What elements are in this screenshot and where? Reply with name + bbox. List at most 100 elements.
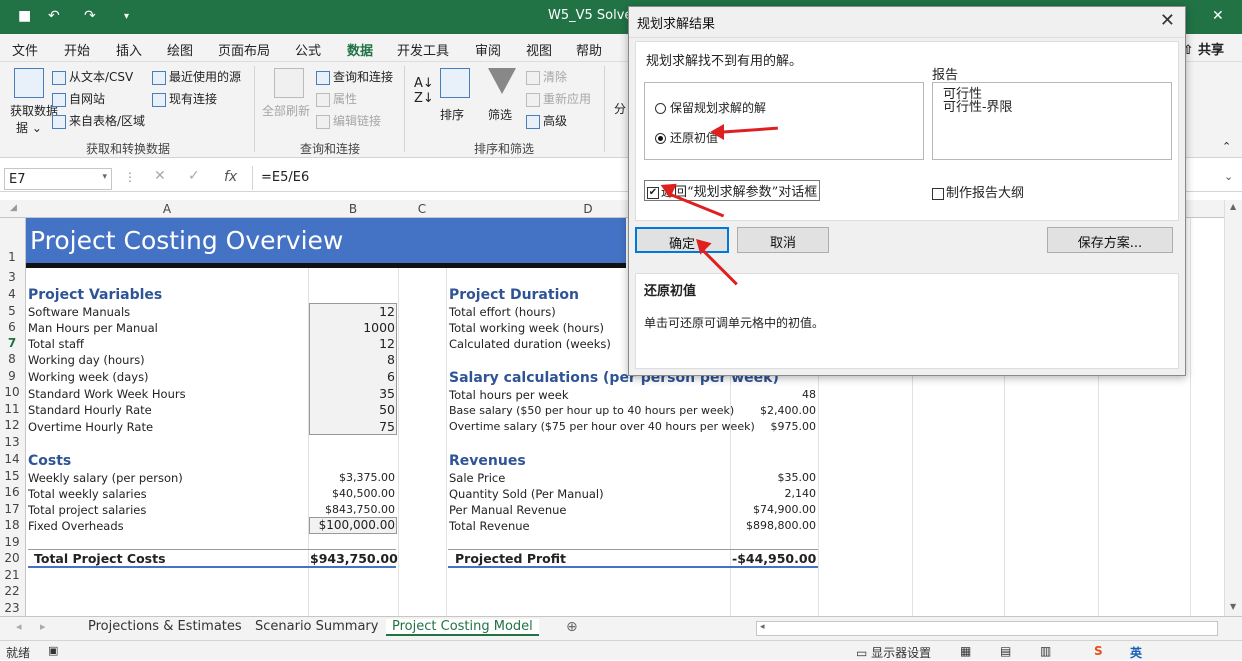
row-header[interactable]: 4 [0, 287, 24, 301]
share-button[interactable]: ⇧ 共享 [1183, 39, 1224, 58]
cancel-entry-icon[interactable]: ✕ [154, 168, 166, 184]
macro-record-icon[interactable]: ▣ [48, 644, 58, 657]
revenue-value[interactable]: $74,900.00 [732, 503, 816, 516]
row-header[interactable]: 6 [0, 320, 24, 334]
row-header[interactable]: 15 [0, 469, 24, 483]
menu-view[interactable]: 视图 [526, 40, 552, 59]
redo-icon[interactable]: ↷ [84, 8, 96, 24]
cost-label[interactable]: Total project salaries [28, 503, 146, 517]
row-header[interactable]: 5 [0, 304, 24, 318]
recent-sources-button[interactable]: 最近使用的源 [152, 68, 241, 85]
projected-profit-label[interactable]: Projected Profit [455, 551, 566, 566]
column-header-c[interactable]: C [398, 202, 446, 216]
menu-page-layout[interactable]: 页面布局 [218, 40, 270, 59]
variable-label[interactable]: Total staff [28, 337, 84, 351]
row-header[interactable]: 11 [0, 402, 24, 416]
get-data-button[interactable]: 获取数据 据 ⌄ [10, 68, 58, 136]
scroll-up-icon[interactable]: ▲ [1230, 202, 1236, 211]
clear-filter-button[interactable]: 清除 [526, 68, 567, 85]
menu-insert[interactable]: 插入 [116, 40, 142, 59]
radio-restore[interactable] [655, 133, 666, 144]
advanced-filter-button[interactable]: 高级 [526, 112, 567, 129]
tab-project-costing-model[interactable]: Project Costing Model [386, 619, 539, 636]
tab-projections-estimates[interactable]: Projections & Estimates [88, 619, 242, 634]
row-header[interactable]: 19 [0, 535, 24, 549]
projected-profit-value[interactable]: -$44,950.00 [732, 551, 816, 566]
duration-label[interactable]: Total effort (hours) [449, 305, 556, 319]
tab-scenario-summary[interactable]: Scenario Summary [255, 619, 378, 634]
row-header[interactable]: 17 [0, 502, 24, 516]
ok-button[interactable]: 确定 [635, 227, 729, 253]
revenue-value[interactable]: $898,800.00 [732, 519, 816, 532]
sort-az-icon[interactable]: A↓ Z↓ [414, 76, 434, 106]
refresh-all-button[interactable]: 全部刷新 [262, 68, 310, 119]
variable-value[interactable]: 75 [310, 419, 395, 434]
menu-developer[interactable]: 开发工具 [397, 40, 449, 59]
revenue-label[interactable]: Total Revenue [449, 519, 530, 533]
cost-label[interactable]: Total weekly salaries [28, 487, 147, 501]
row-header[interactable]: 20 [0, 551, 24, 565]
row-header[interactable]: 10 [0, 385, 24, 399]
confirm-entry-icon[interactable]: ✓ [188, 168, 200, 184]
row-header[interactable]: 9 [0, 369, 24, 383]
total-costs-value[interactable]: $943,750.00 [310, 551, 398, 566]
row-header[interactable]: 16 [0, 485, 24, 499]
menu-help[interactable]: 帮助 [576, 40, 602, 59]
revenue-value[interactable]: $35.00 [732, 471, 817, 484]
name-box[interactable]: E7 ▾ [4, 168, 112, 190]
variable-value[interactable]: 8 [310, 352, 395, 367]
revenue-value[interactable]: 2,140 [732, 487, 817, 500]
next-sheet-icon[interactable]: ▸ [40, 620, 46, 633]
close-window-icon[interactable]: ✕ [1212, 8, 1224, 24]
column-header-b[interactable]: B [308, 202, 398, 216]
variable-label[interactable]: Working week (days) [28, 370, 149, 384]
variable-value[interactable]: 12 [310, 304, 395, 319]
menu-draw[interactable]: 绘图 [167, 40, 193, 59]
variable-label[interactable]: Standard Hourly Rate [28, 403, 152, 417]
column-header-a[interactable]: A [26, 202, 308, 216]
collapse-ribbon-icon[interactable]: ⌃ [1222, 140, 1231, 153]
add-sheet-icon[interactable]: ⊕ [566, 619, 578, 635]
from-web-button[interactable]: 自网站 [52, 90, 105, 107]
row-header[interactable]: 23 [0, 601, 24, 615]
row-header[interactable]: 13 [0, 435, 24, 449]
outline-reports-checkbox[interactable]: 制作报告大纲 [932, 182, 1024, 201]
revenue-label[interactable]: Per Manual Revenue [449, 503, 567, 517]
undo-icon[interactable]: ↶ [48, 8, 60, 24]
revenue-label[interactable]: Sale Price [449, 471, 505, 485]
ime-mode[interactable]: 英 [1130, 644, 1142, 661]
cost-label[interactable]: Weekly salary (per person) [28, 471, 183, 485]
menu-review[interactable]: 审阅 [475, 40, 501, 59]
from-text-csv-button[interactable]: 从文本/CSV [52, 68, 133, 85]
salary-label[interactable]: Overtime salary ($75 per hour over 40 ho… [449, 420, 755, 433]
cancel-button[interactable]: 取消 [737, 227, 829, 253]
insert-function-icon[interactable]: fx [224, 169, 237, 185]
report-list[interactable]: 可行性 可行性-界限 [932, 82, 1172, 160]
variable-value[interactable]: 50 [310, 402, 395, 417]
save-scenario-button[interactable]: 保存方案... [1047, 227, 1173, 253]
salary-value[interactable]: $975.00 [732, 420, 817, 433]
scroll-down-icon[interactable]: ▼ [1230, 602, 1236, 611]
horizontal-scrollbar[interactable]: ◂ [756, 621, 1218, 636]
radio-keep[interactable] [655, 103, 666, 114]
reapply-button[interactable]: 重新应用 [526, 90, 591, 107]
cost-value[interactable]: $100,000.00 [310, 518, 395, 532]
row-header[interactable]: 22 [0, 584, 24, 598]
variable-label[interactable]: Overtime Hourly Rate [28, 420, 153, 434]
variable-value[interactable]: 1000 [310, 320, 395, 335]
menu-data[interactable]: 数据 [347, 40, 374, 65]
row-header[interactable]: 14 [0, 452, 24, 466]
duration-label[interactable]: Total working week (hours) [449, 321, 604, 335]
menu-file[interactable]: 文件 [12, 40, 38, 59]
sort-button[interactable]: 排序 [440, 68, 470, 123]
variable-label[interactable]: Man Hours per Manual [28, 321, 158, 335]
keep-solution-option[interactable]: 保留规划求解的解 [655, 99, 766, 116]
cost-value[interactable]: $3,375.00 [310, 471, 395, 484]
filter-button[interactable]: 筛选 [488, 68, 516, 123]
ime-logo-icon[interactable]: S [1094, 644, 1103, 658]
row-header[interactable]: 3 [0, 270, 24, 284]
report-item[interactable]: 可行性-界限 [943, 96, 1012, 115]
row-header[interactable]: 18 [0, 518, 24, 532]
dialog-close-icon[interactable]: ✕ [1160, 10, 1175, 31]
name-box-dropdown-icon[interactable]: ▾ [102, 172, 107, 182]
